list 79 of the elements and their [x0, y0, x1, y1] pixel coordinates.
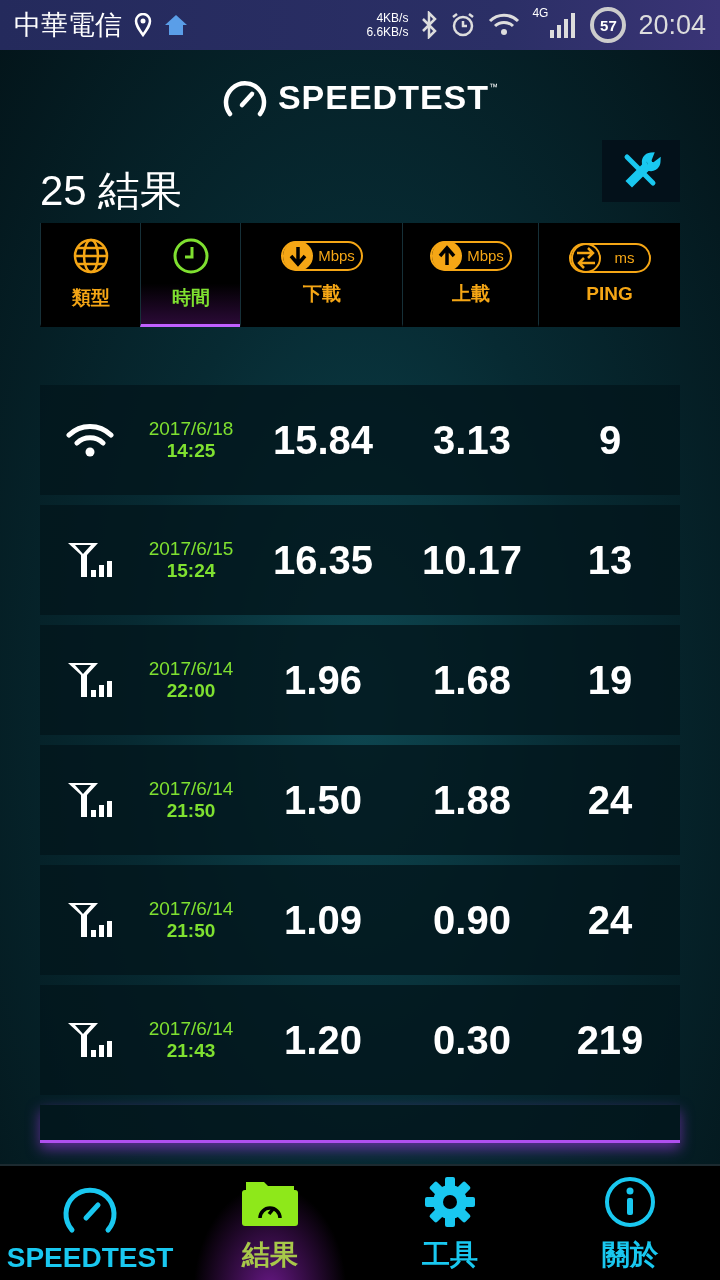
clock-time: 20:04	[638, 9, 706, 41]
download-speed: 1.09	[284, 897, 362, 943]
result-row[interactable]: 2017/6/15 15:24 16.35 10.17 13	[40, 505, 680, 615]
result-time: 15:24	[166, 560, 216, 582]
swap-arrows-icon	[570, 242, 601, 273]
result-row[interactable]: 2017/6/14 21:43 1.20 0.30 219	[40, 985, 680, 1095]
result-row[interactable]: 2017/6/14 21:50 1.09 0.90 24	[40, 865, 680, 975]
network-speed: 6.6KB/s	[366, 25, 409, 39]
sort-tab[interactable]: 類型	[40, 223, 140, 327]
nav-label: SPEEDTEST	[6, 1242, 174, 1274]
trademark: ™	[489, 82, 499, 92]
battery-level: 57	[590, 7, 627, 43]
result-time: 14:25	[166, 440, 216, 462]
ping-value: 219	[576, 1017, 644, 1063]
tools-button[interactable]	[602, 140, 680, 202]
download-speed: 1.50	[284, 777, 362, 823]
ping-value: 9	[598, 417, 622, 463]
result-date: 2017/6/14	[148, 778, 234, 800]
nav-label: 結果	[242, 1238, 298, 1272]
upload-speed: 1.88	[433, 777, 511, 823]
sort-tab[interactable]: Mbps 上載	[402, 223, 538, 327]
result-date: 2017/6/14	[148, 658, 234, 680]
cell-signal-icon	[67, 782, 113, 818]
ping-value: 24	[587, 777, 633, 823]
unit-label: Mbps	[466, 247, 505, 264]
tab-label: PING	[586, 282, 633, 305]
download-speed: 1.20	[284, 1017, 362, 1063]
download-speed: 1.96	[284, 657, 362, 703]
result-date: 2017/6/14	[148, 1018, 234, 1040]
result-time: 21:50	[166, 920, 216, 942]
sort-tab[interactable]: ms PING	[538, 223, 680, 327]
sort-tab[interactable]: 時間	[140, 223, 240, 327]
location-pin-icon	[134, 13, 152, 37]
app-logo: SPEEDTEST	[277, 78, 490, 117]
unit-label: Mbps	[317, 247, 356, 264]
wifi-icon	[66, 423, 114, 457]
result-row[interactable]: 2017/6/18 14:25 15.84 3.13 9	[40, 385, 680, 495]
result-row[interactable]: 2017/6/14 21:50 1.50 1.88 24	[40, 745, 680, 855]
globe-icon	[71, 236, 110, 275]
result-time: 22:00	[166, 680, 216, 702]
ping-value: 13	[587, 537, 633, 583]
upload-speed: 0.30	[433, 1017, 511, 1063]
upload-speed: 3.13	[433, 417, 511, 463]
sort-tab[interactable]: Mbps 下載	[240, 223, 402, 327]
tab-label: 上載	[451, 281, 490, 306]
ping-value: 24	[587, 897, 633, 943]
ping-value: 19	[587, 657, 633, 703]
network-speed: 4KB/s	[376, 11, 409, 25]
download-speed: 16.35	[272, 537, 374, 583]
nav-label: 工具	[422, 1238, 478, 1272]
bluetooth-icon	[420, 11, 439, 39]
cell-signal-icon	[67, 1022, 113, 1058]
carrier-name: 中華電信	[14, 9, 122, 42]
result-date: 2017/6/15	[148, 538, 234, 560]
download-speed: 15.84	[272, 417, 374, 463]
network-type: 4G	[532, 6, 549, 20]
info-icon	[604, 1176, 656, 1228]
unit-label: ms	[613, 249, 636, 266]
tab-label: 下載	[302, 281, 341, 306]
result-time: 21:50	[166, 800, 216, 822]
upload-speed: 0.90	[433, 897, 511, 943]
settings-icon	[424, 1176, 476, 1228]
results-title: 25 結果	[40, 166, 183, 216]
result-row[interactable]: 2017/6/14 22:00 1.96 1.68 19	[40, 625, 680, 735]
clock-icon	[171, 236, 210, 275]
upload-speed: 1.68	[433, 657, 511, 703]
result-date: 2017/6/14	[148, 898, 234, 920]
gauge-icon	[62, 1186, 118, 1234]
tab-label: 時間	[171, 285, 210, 310]
result-date: 2017/6/18	[148, 418, 234, 440]
home-icon	[164, 14, 188, 36]
cell-signal-icon	[67, 542, 113, 578]
result-time: 21:43	[166, 1040, 216, 1062]
upload-speed: 10.17	[421, 537, 523, 583]
wifi-icon	[488, 13, 521, 37]
nav-label: 關於	[602, 1238, 658, 1272]
cell-signal-icon	[67, 902, 113, 938]
cell-signal-icon	[67, 662, 113, 698]
tab-label: 類型	[71, 285, 110, 310]
